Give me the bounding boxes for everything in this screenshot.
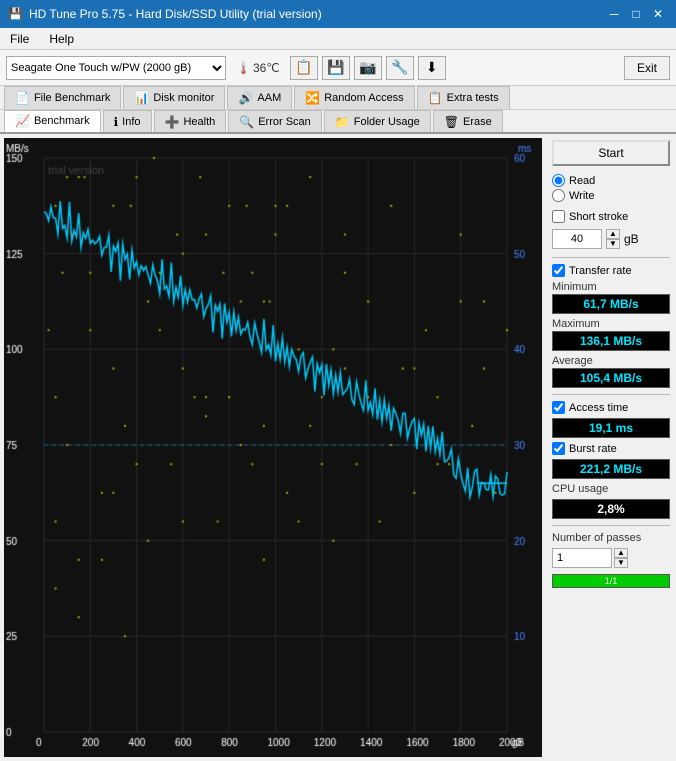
access-time-checkbox-label[interactable]: Access time bbox=[552, 401, 670, 414]
burst-rate-value: 221,2 MB/s bbox=[552, 459, 670, 479]
tab-aam[interactable]: 🔊 AAM bbox=[227, 86, 292, 109]
maximum-label: Maximum bbox=[552, 318, 670, 330]
short-stroke-spinner: ▲ ▼ bbox=[606, 229, 620, 249]
start-button[interactable]: Start bbox=[552, 140, 670, 166]
tabs-bottom: 📈 Benchmark ℹ Info ➕ Health 🔍 Error Scan… bbox=[0, 110, 676, 134]
temperature-display: 🌡️ 36℃ bbox=[230, 61, 286, 75]
average-value: 105,4 MB/s bbox=[552, 368, 670, 388]
transfer-rate-checkbox-label[interactable]: Transfer rate bbox=[552, 264, 670, 277]
tab-error-scan[interactable]: 🔍 Error Scan bbox=[228, 110, 322, 132]
divider-2 bbox=[552, 394, 670, 395]
tab-info[interactable]: ℹ Info bbox=[103, 110, 152, 132]
error-scan-icon: 🔍 bbox=[239, 115, 254, 129]
health-icon: ➕ bbox=[165, 115, 180, 129]
thermometer-icon: 🌡️ bbox=[236, 61, 251, 75]
app-title: HD Tune Pro 5.75 - Hard Disk/SSD Utility… bbox=[29, 7, 322, 21]
exit-button[interactable]: Exit bbox=[624, 56, 670, 80]
minimize-button[interactable]: ─ bbox=[604, 5, 624, 23]
minimum-value: 61,7 MB/s bbox=[552, 294, 670, 314]
file-benchmark-icon: 📄 bbox=[15, 91, 30, 105]
progress-bar-container: 1/1 bbox=[552, 574, 670, 588]
short-stroke-input[interactable]: 40 bbox=[552, 229, 602, 249]
passes-down[interactable]: ▼ bbox=[614, 558, 628, 568]
burst-rate-checkbox-label[interactable]: Burst rate bbox=[552, 442, 670, 455]
passes-input[interactable]: 1 bbox=[552, 548, 612, 568]
extra-tests-icon: 📋 bbox=[428, 91, 443, 105]
tab-disk-monitor[interactable]: 📊 Disk monitor bbox=[123, 86, 225, 109]
tab-health[interactable]: ➕ Health bbox=[154, 110, 227, 132]
menu-file[interactable]: File bbox=[4, 30, 35, 48]
titlebar: 💾 HD Tune Pro 5.75 - Hard Disk/SSD Utili… bbox=[0, 0, 676, 28]
maximize-button[interactable]: □ bbox=[626, 5, 646, 23]
tab-folder-usage[interactable]: 📁 Folder Usage bbox=[324, 110, 431, 132]
write-radio-label[interactable]: Write bbox=[552, 189, 670, 202]
write-radio[interactable] bbox=[552, 189, 565, 202]
progress-label: 1/1 bbox=[605, 576, 618, 586]
toolbar: Seagate One Touch w/PW (2000 gB) 🌡️ 36℃ … bbox=[0, 50, 676, 86]
titlebar-left: 💾 HD Tune Pro 5.75 - Hard Disk/SSD Utili… bbox=[8, 7, 322, 21]
read-radio-label[interactable]: Read bbox=[552, 174, 670, 187]
titlebar-controls: ─ □ ✕ bbox=[604, 5, 668, 23]
read-write-group: Read Write bbox=[552, 170, 670, 206]
screenshot-icon[interactable]: 📷 bbox=[354, 56, 382, 80]
folder-usage-icon: 📁 bbox=[335, 115, 350, 129]
minimum-label: Minimum bbox=[552, 281, 670, 293]
short-stroke-row: 40 ▲ ▼ gB bbox=[552, 227, 670, 251]
menubar: File Help bbox=[0, 28, 676, 50]
copy-icon[interactable]: 📋 bbox=[290, 56, 318, 80]
progress-bar: 1/1 bbox=[553, 575, 669, 587]
access-time-value: 19,1 ms bbox=[552, 418, 670, 438]
main-content: Start Read Write Short stroke 40 ▲ ▼ gB bbox=[0, 134, 676, 761]
passes-spinner: ▲ ▼ bbox=[614, 548, 628, 568]
passes-label: Number of passes bbox=[552, 532, 670, 544]
aam-icon: 🔊 bbox=[238, 91, 253, 105]
burst-rate-checkbox[interactable] bbox=[552, 442, 565, 455]
maximum-value: 136,1 MB/s bbox=[552, 331, 670, 351]
info-icon: ℹ bbox=[114, 115, 119, 129]
download-icon[interactable]: ⬇ bbox=[418, 56, 446, 80]
transfer-rate-checkbox[interactable] bbox=[552, 264, 565, 277]
benchmark-icon: 📈 bbox=[15, 114, 30, 128]
right-panel: Start Read Write Short stroke 40 ▲ ▼ gB bbox=[546, 134, 676, 761]
tabs-top: 📄 File Benchmark 📊 Disk monitor 🔊 AAM 🔀 … bbox=[0, 86, 676, 110]
benchmark-chart bbox=[4, 138, 542, 757]
short-stroke-down[interactable]: ▼ bbox=[606, 239, 620, 249]
short-stroke-unit: gB bbox=[624, 232, 639, 246]
tab-erase[interactable]: 🗑 Erase bbox=[433, 110, 503, 132]
average-section: Average 105,4 MB/s bbox=[552, 355, 670, 388]
tab-file-benchmark[interactable]: 📄 File Benchmark bbox=[4, 86, 121, 109]
drive-select[interactable]: Seagate One Touch w/PW (2000 gB) bbox=[6, 56, 226, 80]
passes-up[interactable]: ▲ bbox=[614, 548, 628, 558]
tab-random-access[interactable]: 🔀 Random Access bbox=[294, 86, 414, 109]
chart-area bbox=[4, 138, 542, 757]
random-access-icon: 🔀 bbox=[305, 91, 320, 105]
cpu-usage-value: 2,8% bbox=[552, 499, 670, 519]
tab-extra-tests[interactable]: 📋 Extra tests bbox=[417, 86, 510, 109]
tab-benchmark[interactable]: 📈 Benchmark bbox=[4, 110, 101, 132]
erase-icon: 🗑 bbox=[444, 115, 459, 129]
settings-icon[interactable]: 🔧 bbox=[386, 56, 414, 80]
short-stroke-up[interactable]: ▲ bbox=[606, 229, 620, 239]
save-icon[interactable]: 💾 bbox=[322, 56, 350, 80]
maximum-section: Maximum 136,1 MB/s bbox=[552, 318, 670, 351]
divider-3 bbox=[552, 525, 670, 526]
app-icon: 💾 bbox=[8, 7, 23, 21]
access-time-checkbox[interactable] bbox=[552, 401, 565, 414]
average-label: Average bbox=[552, 355, 670, 367]
short-stroke-checkbox[interactable] bbox=[552, 210, 565, 223]
passes-row: 1 ▲ ▼ bbox=[552, 548, 670, 568]
divider-1 bbox=[552, 257, 670, 258]
temperature-value: 36℃ bbox=[253, 61, 280, 75]
disk-monitor-icon: 📊 bbox=[134, 91, 149, 105]
short-stroke-checkbox-label[interactable]: Short stroke bbox=[552, 210, 670, 223]
cpu-usage-label: CPU usage bbox=[552, 483, 670, 495]
read-radio[interactable] bbox=[552, 174, 565, 187]
close-button[interactable]: ✕ bbox=[648, 5, 668, 23]
minimum-section: Minimum 61,7 MB/s bbox=[552, 281, 670, 314]
menu-help[interactable]: Help bbox=[43, 30, 80, 48]
